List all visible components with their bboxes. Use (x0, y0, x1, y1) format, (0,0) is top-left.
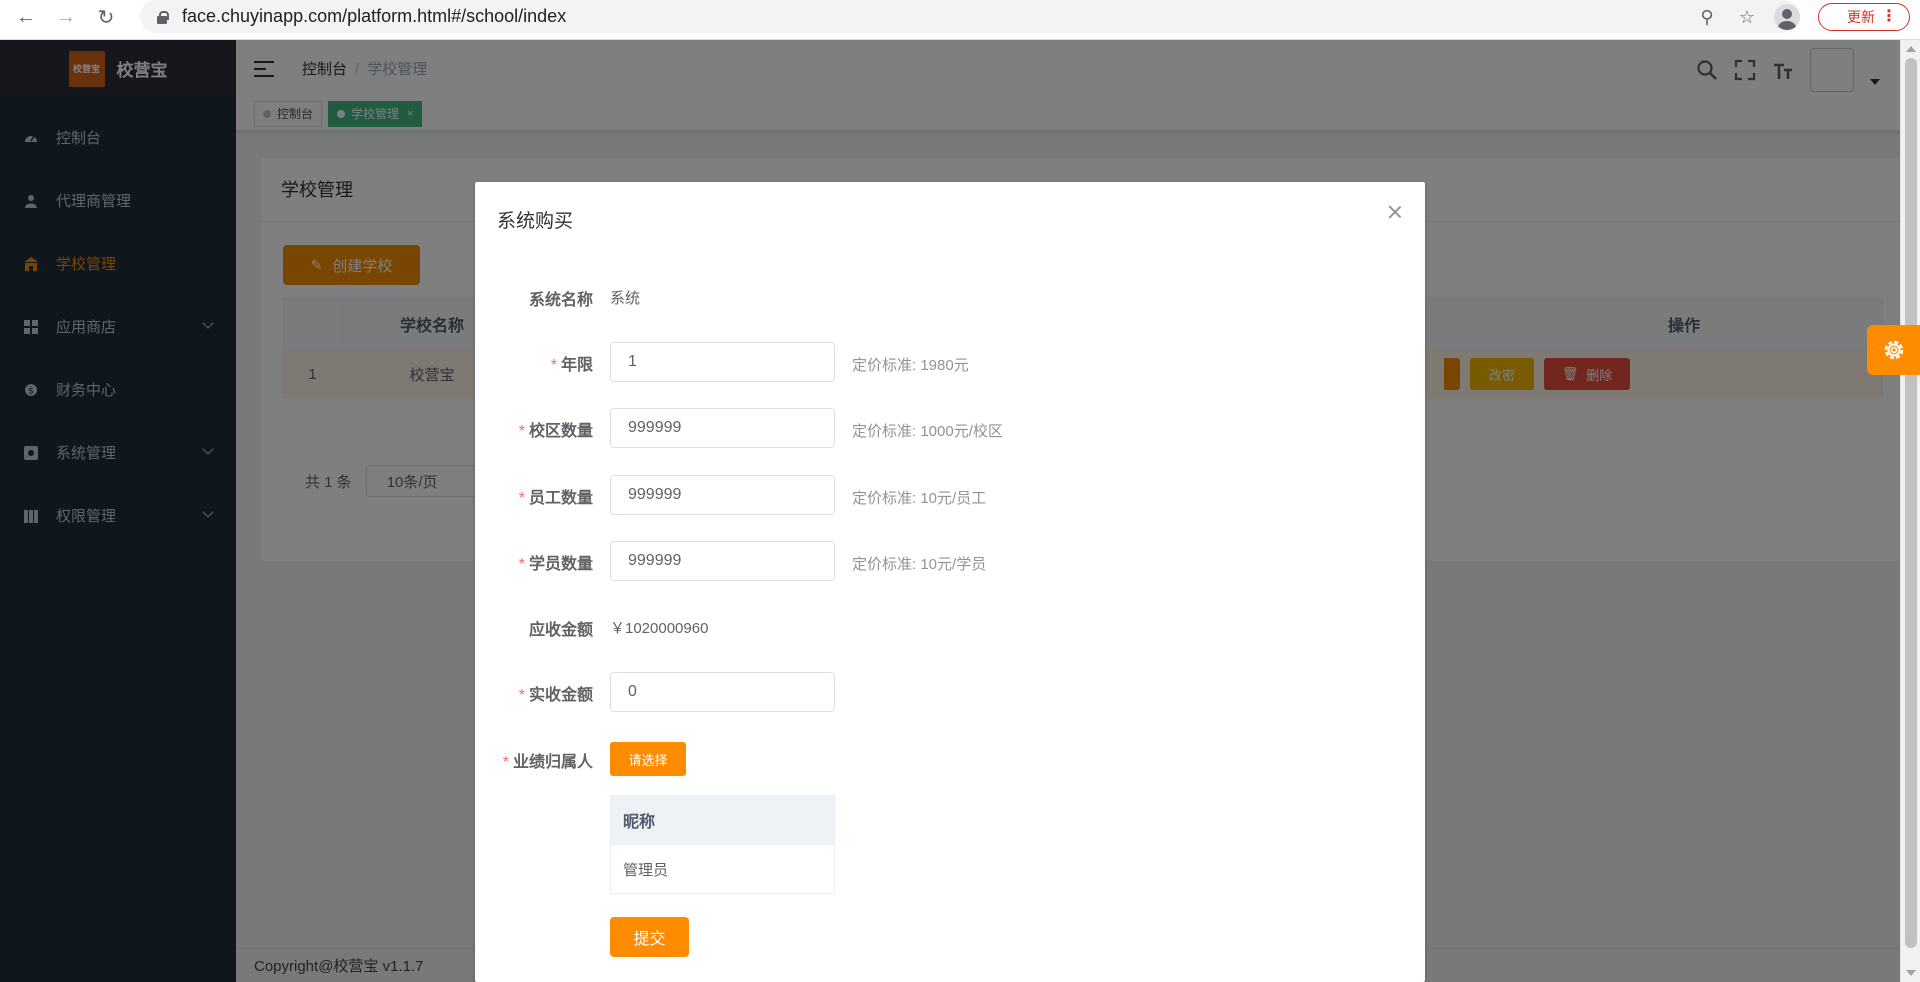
owner-label: * 业绩归属人 (502, 754, 593, 771)
received-label: * 实收金额 (518, 687, 593, 704)
zoom-icon[interactable]: ⚲ (1694, 4, 1720, 30)
scroll-down-icon[interactable] (1906, 970, 1916, 976)
received-input[interactable]: 0 (610, 672, 835, 712)
campus-count-input[interactable]: 999999 (610, 408, 835, 448)
student-count-label: * 学员数量 (518, 556, 593, 573)
update-button[interactable]: 更新 ⋮ (1818, 3, 1910, 31)
scroll-thumb[interactable] (1905, 58, 1917, 948)
system-name-value: 系统 (610, 290, 641, 307)
staff-count-label: * 员工数量 (518, 490, 593, 507)
browser-toolbar: ← → ↻ face.chuyinapp.com/platform.html#/… (0, 0, 1920, 40)
update-label: 更新 (1847, 9, 1875, 25)
forward-icon[interactable]: → (46, 0, 86, 34)
owner-table: 昵称 管理员 (610, 795, 835, 894)
years-hint: 定价标准: 1980元 (852, 357, 969, 374)
lock-icon (156, 10, 169, 24)
page-scrollbar[interactable] (1900, 40, 1920, 982)
campus-count-label: * 校区数量 (518, 423, 593, 440)
staff-count-input[interactable]: 999999 (610, 475, 835, 515)
student-count-hint: 定价标准: 10元/学员 (852, 556, 987, 573)
profile-icon[interactable] (1774, 4, 1800, 30)
back-icon[interactable]: ← (6, 0, 46, 34)
purchase-dialog: 系统购买 系统名称 系统 * 年限 1 定价标准: 1980元 * 校区数量 999… (475, 182, 1425, 982)
column-header: 昵称 (611, 796, 834, 845)
receivable-label: 应收金额 (528, 622, 593, 639)
close-icon[interactable] (1387, 204, 1403, 220)
years-input[interactable]: 1 (610, 342, 835, 382)
reload-icon[interactable]: ↻ (86, 0, 126, 34)
submit-button[interactable]: 提交 (610, 917, 689, 957)
gear-icon (1884, 340, 1903, 360)
address-bar[interactable]: face.chuyinapp.com/platform.html#/school… (140, 0, 1800, 33)
scroll-up-icon[interactable] (1906, 46, 1916, 52)
table-row[interactable]: 管理员 (611, 845, 834, 893)
staff-count-hint: 定价标准: 10元/员工 (852, 490, 987, 507)
years-label: * 年限 (550, 357, 593, 374)
url-text: face.chuyinapp.com/platform.html#/school… (182, 6, 567, 26)
dialog-title: 系统购买 (497, 211, 574, 232)
system-name-label: 系统名称 (528, 292, 593, 309)
receivable-value: ￥1020000960 (610, 620, 709, 637)
student-count-input[interactable]: 999999 (610, 541, 835, 581)
campus-count-hint: 定价标准: 1000元/校区 (852, 423, 1003, 440)
settings-button[interactable] (1867, 325, 1920, 375)
choose-owner-button[interactable]: 请选择 (610, 742, 686, 776)
more-vert-icon: ⋮ (1881, 8, 1897, 25)
bookmark-star-icon[interactable]: ☆ (1734, 4, 1760, 30)
